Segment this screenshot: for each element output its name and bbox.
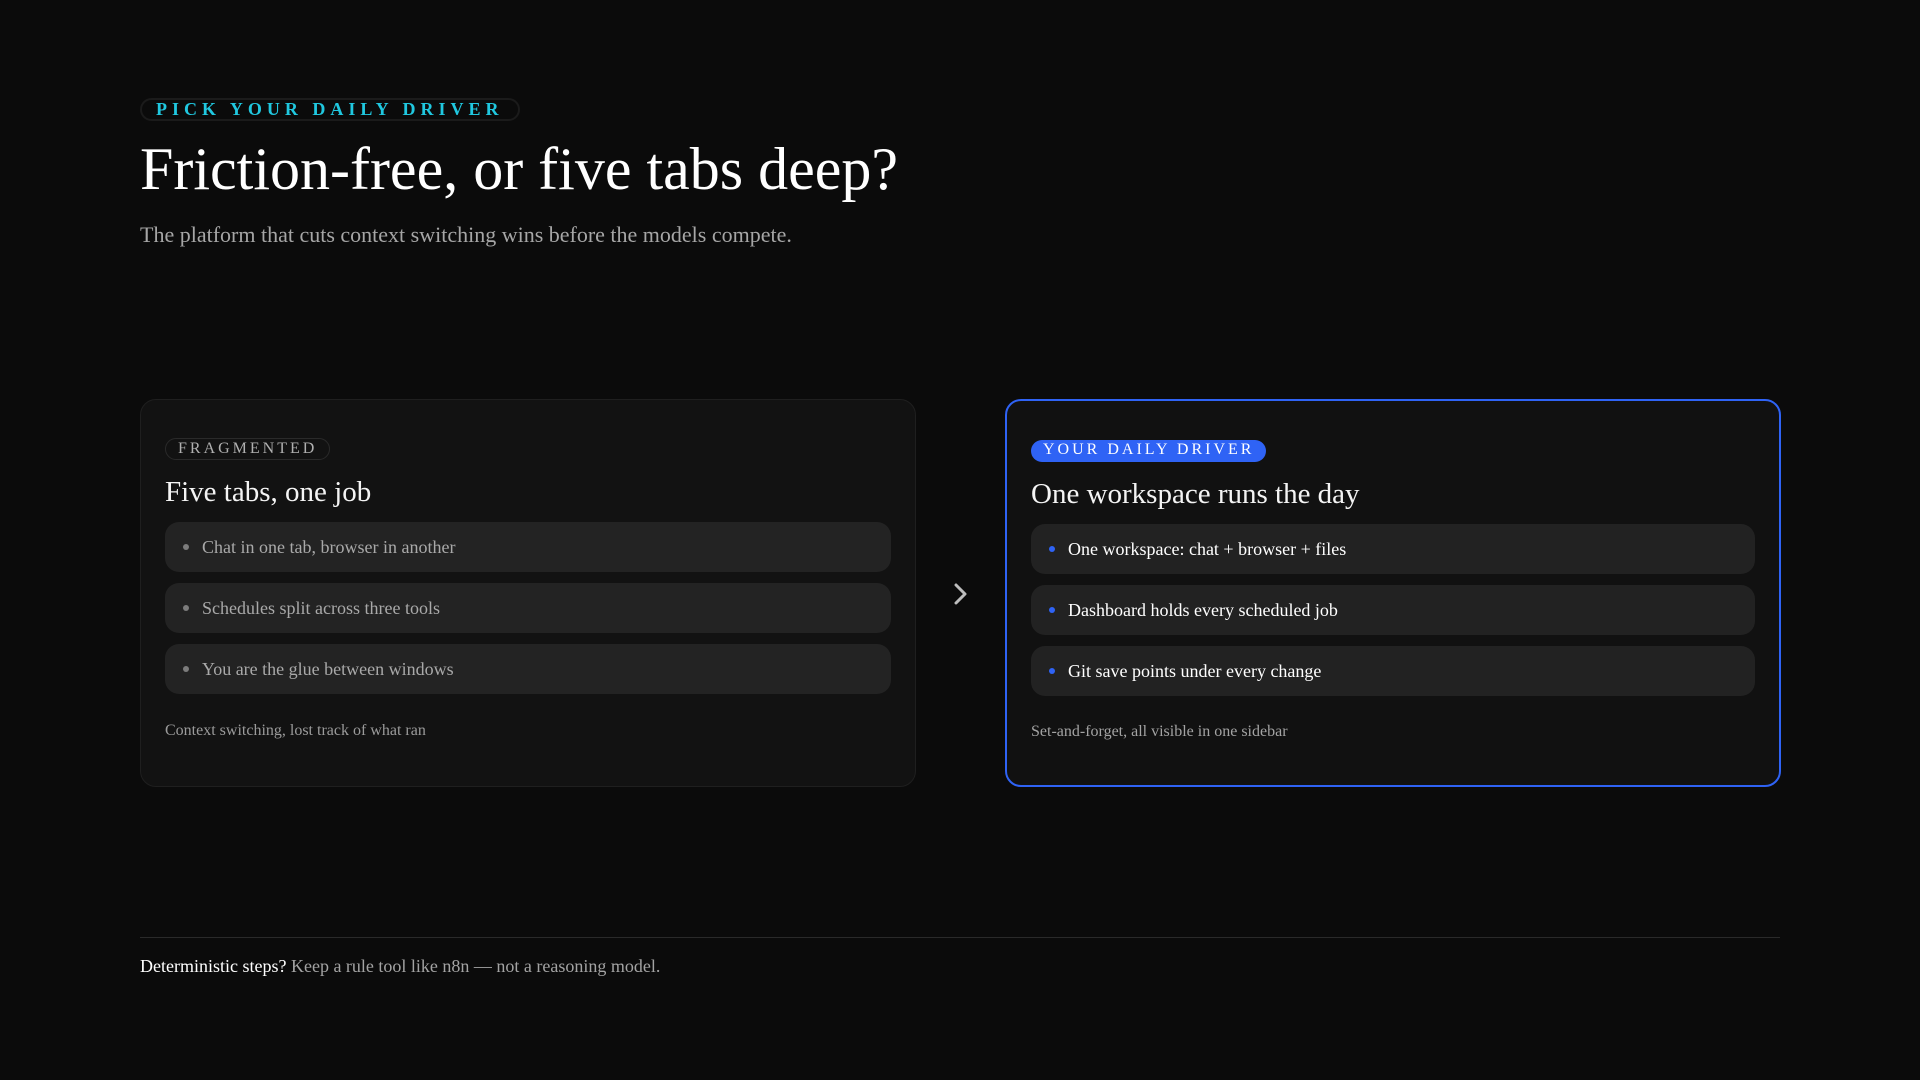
chevron-right-svg: [954, 583, 967, 605]
list-item-text: Dashboard holds every scheduled job: [1068, 599, 1338, 620]
page: PICK YOUR DAILY DRIVER Friction-free, or…: [0, 0, 1920, 1080]
daily-driver-card[interactable]: YOUR DAILY DRIVER One workspace runs the…: [1005, 399, 1781, 787]
bottom-note: Deterministic steps? Keep a rule tool li…: [140, 954, 660, 978]
bullet-dot-icon: [183, 605, 189, 611]
list-item-text: Chat in one tab, browser in another: [202, 536, 456, 557]
list-item: Schedules split across three tools: [165, 583, 891, 633]
bullet-dot-icon: [1049, 668, 1055, 674]
daily-driver-badge: YOUR DAILY DRIVER: [1031, 440, 1267, 462]
bullet-dot-icon: [1049, 546, 1055, 552]
fragmented-list: Chat in one tab, browser in another Sche…: [165, 522, 891, 694]
list-item: One workspace: chat + browser + files: [1031, 524, 1755, 574]
list-item: Dashboard holds every scheduled job: [1031, 585, 1755, 635]
fragmented-footnote: Context switching, lost track of what ra…: [165, 722, 426, 739]
chevron-right-icon: [946, 579, 976, 609]
list-item-text: You are the glue between windows: [202, 658, 454, 679]
bottom-note-lead: Deterministic steps?: [140, 956, 287, 976]
list-item: Git save points under every change: [1031, 646, 1755, 696]
bullet-dot-icon: [1049, 607, 1055, 613]
page-subtitle: The platform that cuts context switching…: [140, 222, 792, 247]
bullet-dot-icon: [183, 544, 189, 550]
list-item-text: One workspace: chat + browser + files: [1068, 538, 1347, 559]
daily-driver-card-title: One workspace runs the day: [1031, 478, 1360, 510]
list-item-text: Schedules split across three tools: [202, 597, 440, 618]
section-divider: [140, 937, 1780, 938]
fragmented-card[interactable]: FRAGMENTED Five tabs, one job Chat in on…: [140, 399, 916, 787]
list-item: Chat in one tab, browser in another: [165, 522, 891, 572]
list-item: You are the glue between windows: [165, 644, 891, 694]
daily-driver-list: One workspace: chat + browser + files Da…: [1031, 524, 1755, 696]
page-title: Friction-free, or five tabs deep?: [140, 136, 898, 202]
eyebrow-pill: PICK YOUR DAILY DRIVER: [140, 98, 520, 121]
daily-driver-footnote: Set-and-forget, all visible in one sideb…: [1031, 723, 1288, 740]
hero-header: PICK YOUR DAILY DRIVER Friction-free, or…: [140, 98, 1340, 249]
fragmented-badge: FRAGMENTED: [165, 438, 331, 460]
fragmented-card-title: Five tabs, one job: [165, 476, 372, 508]
list-item-text: Git save points under every change: [1068, 660, 1322, 681]
bullet-dot-icon: [183, 666, 189, 672]
bottom-note-rest: Keep a rule tool like n8n — not a reason…: [286, 956, 661, 976]
